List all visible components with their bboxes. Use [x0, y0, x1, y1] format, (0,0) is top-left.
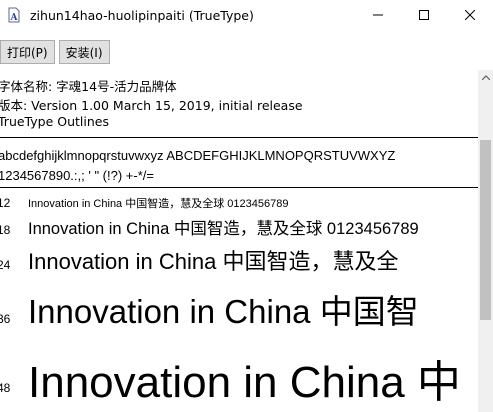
- close-button[interactable]: [447, 0, 493, 30]
- maximize-button[interactable]: [401, 0, 447, 30]
- maximize-icon: [419, 10, 429, 20]
- digits-sample: 1234567890.:,; ' " (!?) +-*/=: [0, 168, 154, 183]
- scroll-thumb[interactable]: [480, 140, 491, 320]
- divider: [0, 137, 478, 138]
- size-label: 18: [0, 223, 11, 237]
- size-sample-text: Innovation in China 中: [28, 358, 461, 407]
- svg-text:A: A: [10, 13, 19, 23]
- minimize-icon: [373, 14, 383, 16]
- minimize-button[interactable]: [355, 0, 401, 30]
- divider: [0, 187, 478, 188]
- chevron-up-icon: [481, 75, 490, 80]
- size-sample-text: Innovation in China 中国智: [28, 293, 419, 330]
- vertical-scrollbar[interactable]: [478, 70, 493, 412]
- scroll-up-button[interactable]: [478, 70, 493, 85]
- install-button[interactable]: 安装(I): [58, 40, 110, 64]
- font-outline-line: TrueType Outlines: [0, 114, 109, 129]
- window-controls: [355, 0, 493, 30]
- print-button[interactable]: 打印(P): [0, 40, 55, 64]
- size-sample-text: Innovation in China 中国智造，慧及全球 0123456789: [28, 198, 289, 210]
- close-icon: [465, 10, 475, 20]
- size-label: 48: [0, 381, 11, 395]
- title-bar: A zihun14hao-huolipinpaiti (TrueType): [0, 0, 493, 30]
- window-title: zihun14hao-huolipinpaiti (TrueType): [30, 7, 254, 23]
- font-file-icon: A: [6, 7, 22, 23]
- size-label: 24: [0, 258, 11, 272]
- size-sample-text: Innovation in China 中国智造，慧及全: [28, 249, 399, 274]
- alphabet-sample: abcdefghijklmnopqrstuvwxyz ABCDEFGHIJKLM…: [0, 148, 396, 163]
- size-sample-text: Innovation in China 中国智造，慧及全球 0123456789: [28, 220, 419, 238]
- font-name-line: 字体名称: 字魂14号-活力品牌体: [0, 79, 177, 94]
- font-preview-pane: 字体名称: 字魂14号-活力品牌体 版本: Version 1.00 March…: [0, 70, 478, 412]
- size-label: 36: [0, 312, 11, 326]
- size-label: 12: [0, 196, 11, 210]
- font-version-line: 版本: Version 1.00 March 15, 2019, initial…: [0, 98, 303, 113]
- toolbar: 打印(P) 安装(I): [0, 37, 493, 67]
